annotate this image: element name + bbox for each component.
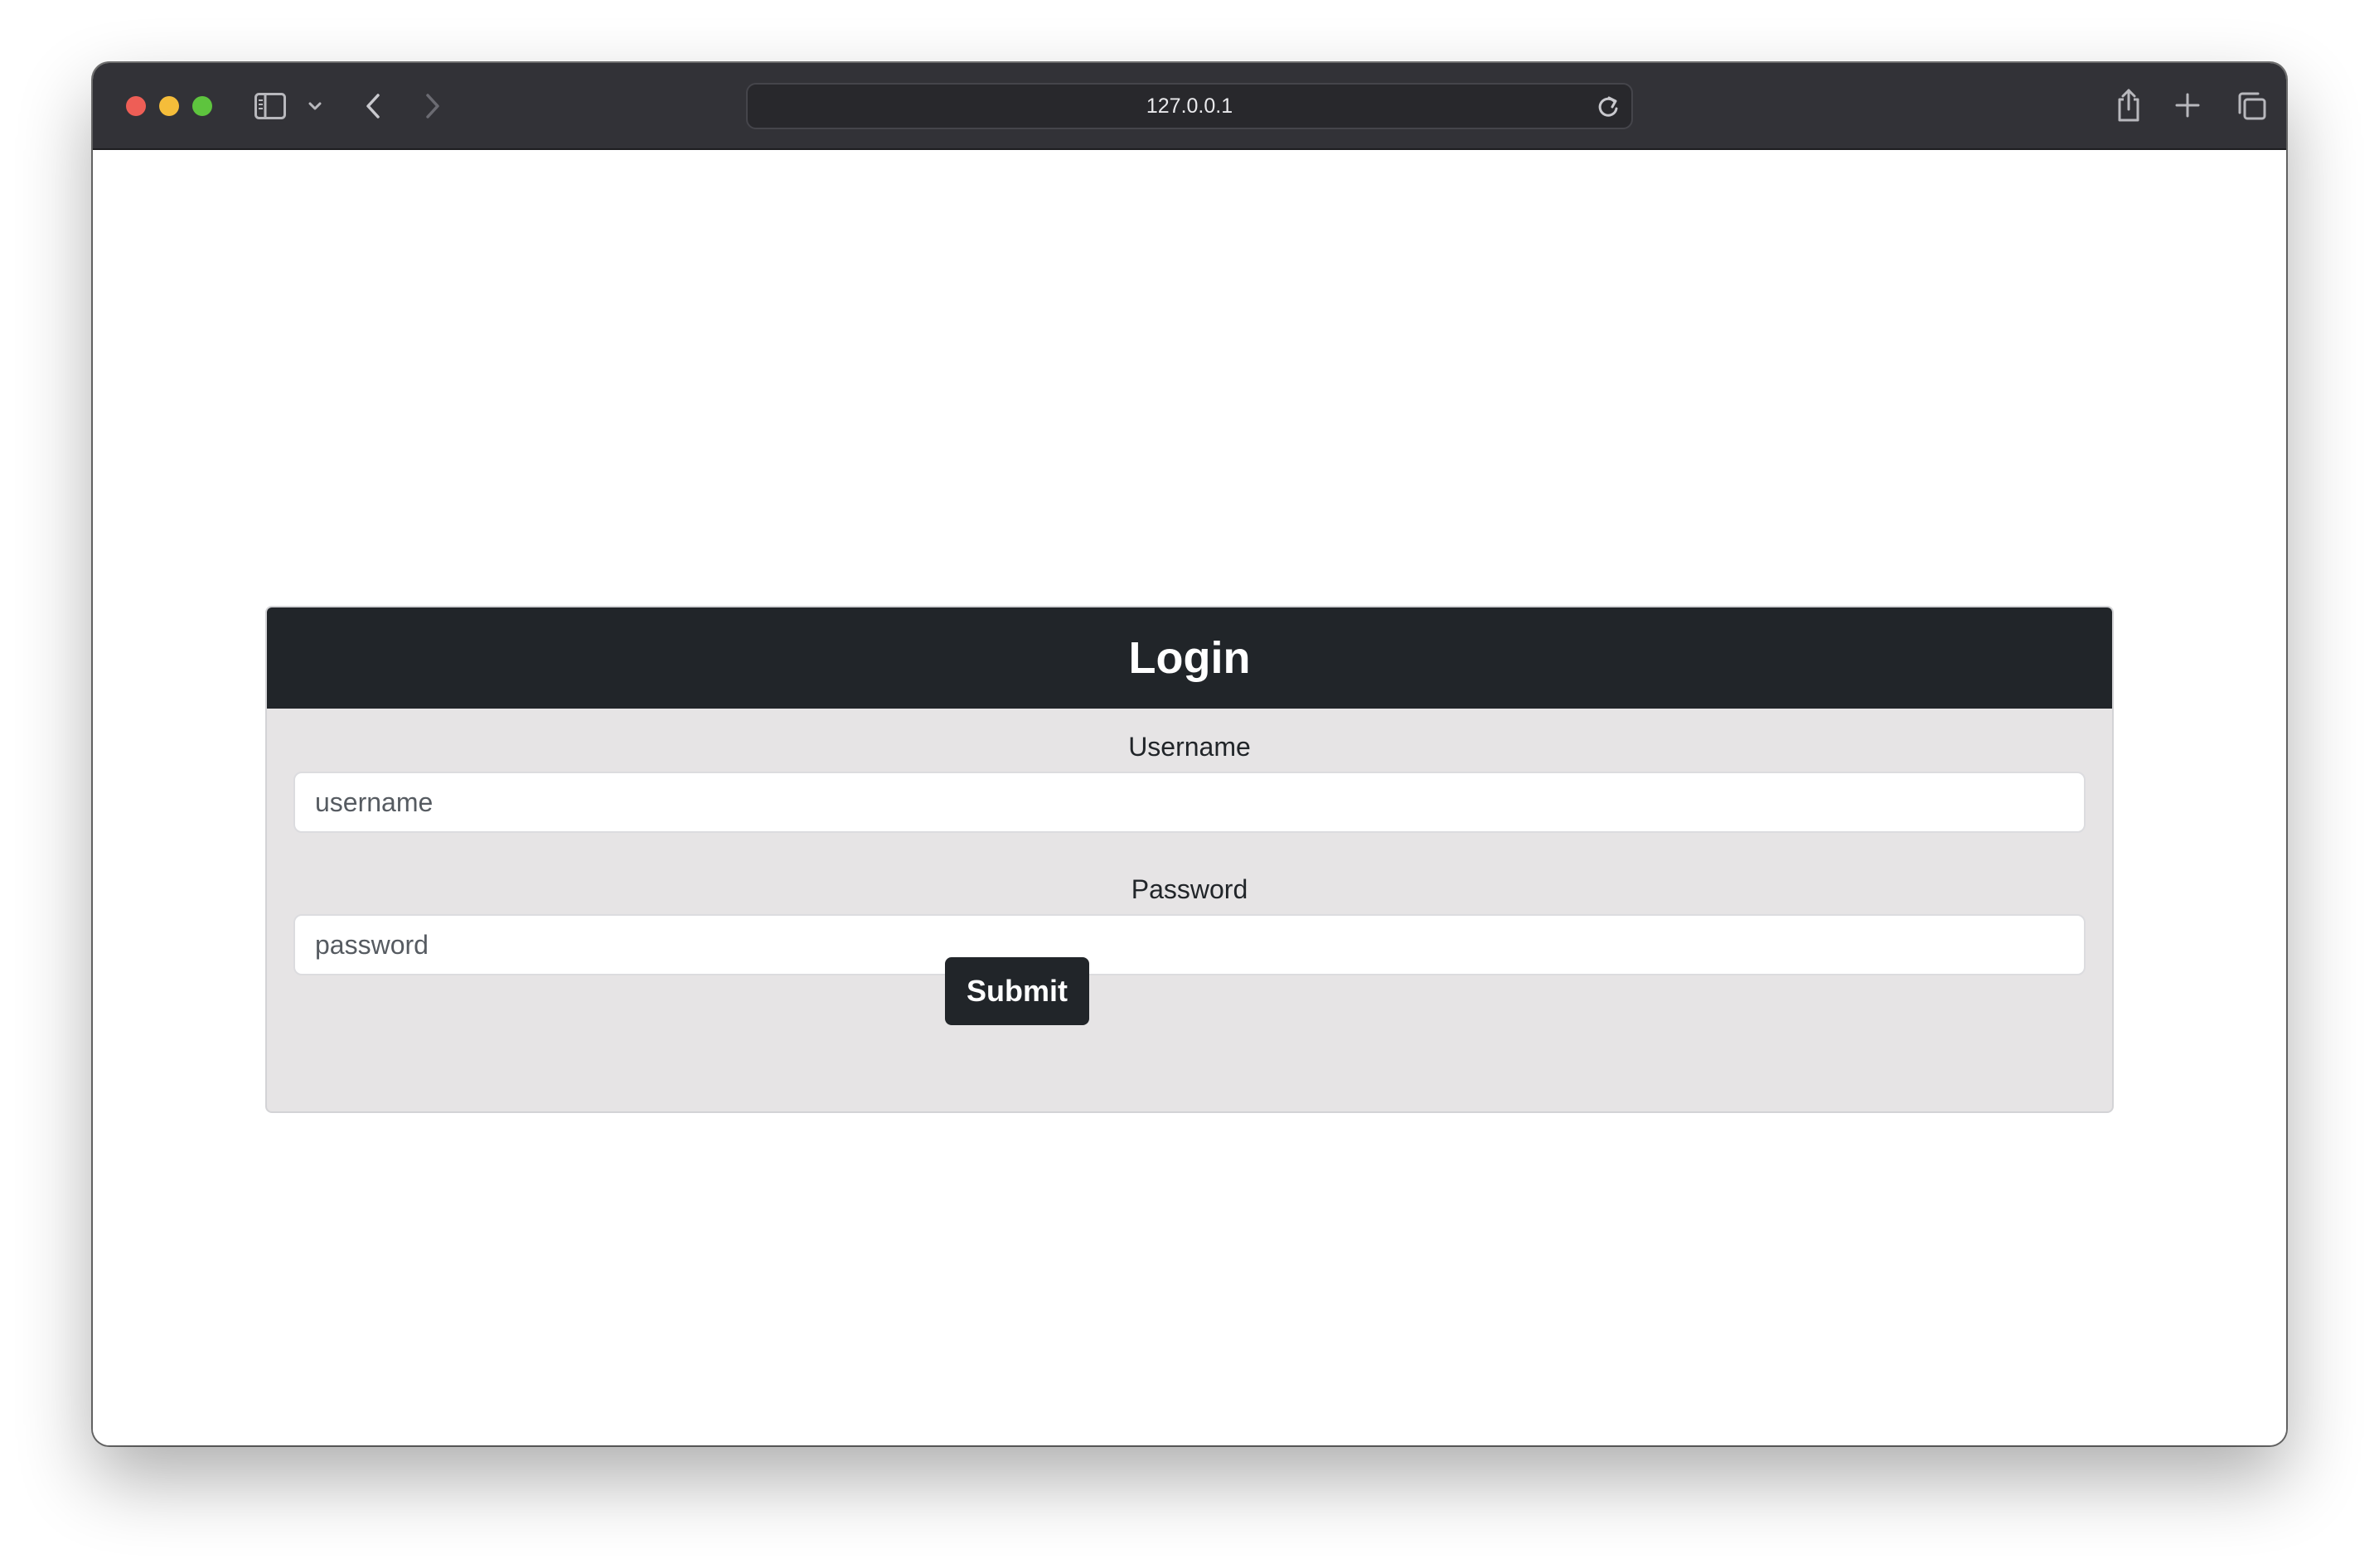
plus-icon[interactable] — [2173, 91, 2202, 119]
username-input[interactable] — [293, 772, 2086, 833]
chevron-down-icon[interactable] — [307, 98, 323, 114]
tabs-overview-icon[interactable] — [2235, 90, 2268, 123]
login-card: Login Username Password — [265, 606, 2114, 1113]
reload-icon[interactable] — [1596, 94, 1620, 123]
address-url[interactable]: 127.0.0.1 — [748, 85, 1631, 128]
password-input[interactable] — [293, 914, 2086, 975]
minimize-window-button[interactable] — [159, 96, 179, 116]
login-card-header: Login — [267, 607, 2112, 709]
submit-button[interactable]: Submit — [945, 957, 1089, 1025]
password-label: Password — [1131, 874, 1248, 904]
login-title: Login — [1128, 633, 1251, 683]
browser-toolbar: 127.0.0.1 — [93, 63, 2286, 150]
close-window-button[interactable] — [126, 96, 146, 116]
address-bar[interactable]: 127.0.0.1 — [746, 83, 1633, 129]
chevron-left-icon[interactable] — [361, 90, 385, 123]
page-viewport: Login Username Password — [93, 150, 2286, 1445]
chevron-right-icon[interactable] — [421, 90, 444, 123]
sidebar-icon[interactable] — [254, 91, 287, 121]
browser-window: 127.0.0.1 Login Username username Passwo… — [93, 63, 2286, 1445]
share-icon[interactable] — [2114, 86, 2144, 124]
username-label: Username — [1128, 732, 1251, 762]
maximize-window-button[interactable] — [192, 96, 212, 116]
